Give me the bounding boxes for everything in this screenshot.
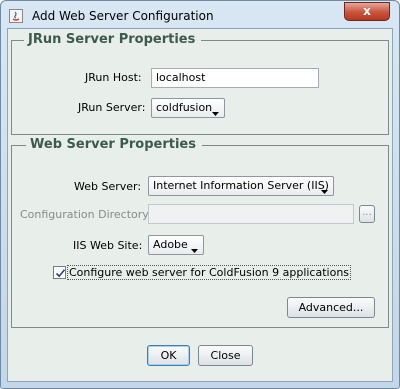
jrun-server-select[interactable]: coldfusion <box>151 98 225 118</box>
window-title: Add Web Server Configuration <box>32 9 214 23</box>
checkmark-icon <box>55 269 66 278</box>
dialog-content: JRun Server Properties JRun Host: localh… <box>7 28 393 382</box>
window-close-button[interactable]: x <box>344 2 390 21</box>
jrun-server-group: JRun Server Properties JRun Host: localh… <box>11 32 389 135</box>
jrun-host-input[interactable]: localhost <box>151 68 319 88</box>
iis-web-site-label: IIS Web Site: <box>73 239 143 252</box>
iis-web-site-value: Adobe <box>153 238 188 251</box>
ok-button[interactable]: OK <box>147 345 190 366</box>
chevron-down-icon <box>191 243 198 256</box>
config-directory-label: Configuration Directory: <box>20 208 152 221</box>
configure-web-server-checkbox[interactable] <box>53 266 66 279</box>
iis-web-site-select[interactable]: Adobe <box>148 235 204 255</box>
configure-web-server-label[interactable]: Configure web server for ColdFusion 9 ap… <box>67 265 352 280</box>
jrun-server-label: JRun Server: <box>78 101 146 114</box>
web-server-select[interactable]: Internet Information Server (IIS) <box>148 176 334 196</box>
config-directory-input <box>148 204 354 224</box>
java-app-icon <box>9 9 23 23</box>
jrun-group-title: JRun Server Properties <box>24 32 202 47</box>
web-server-value: Internet Information Server (IIS) <box>153 179 329 192</box>
browse-button: ... <box>359 205 375 223</box>
web-group-title: Web Server Properties <box>26 137 202 152</box>
web-server-group: Web Server Properties Web Server: Intern… <box>11 137 389 328</box>
dialog-window: Add Web Server Configuration x JRun Serv… <box>0 0 400 389</box>
chevron-down-icon <box>212 106 219 119</box>
close-button[interactable]: Close <box>198 345 253 366</box>
jrun-server-value: coldfusion <box>156 101 213 114</box>
jrun-host-label: JRun Host: <box>85 71 142 84</box>
advanced-button[interactable]: Advanced... <box>287 297 375 318</box>
title-bar[interactable]: Add Web Server Configuration x <box>1 1 399 31</box>
chevron-down-icon <box>321 184 328 197</box>
web-server-label: Web Server: <box>74 180 142 193</box>
